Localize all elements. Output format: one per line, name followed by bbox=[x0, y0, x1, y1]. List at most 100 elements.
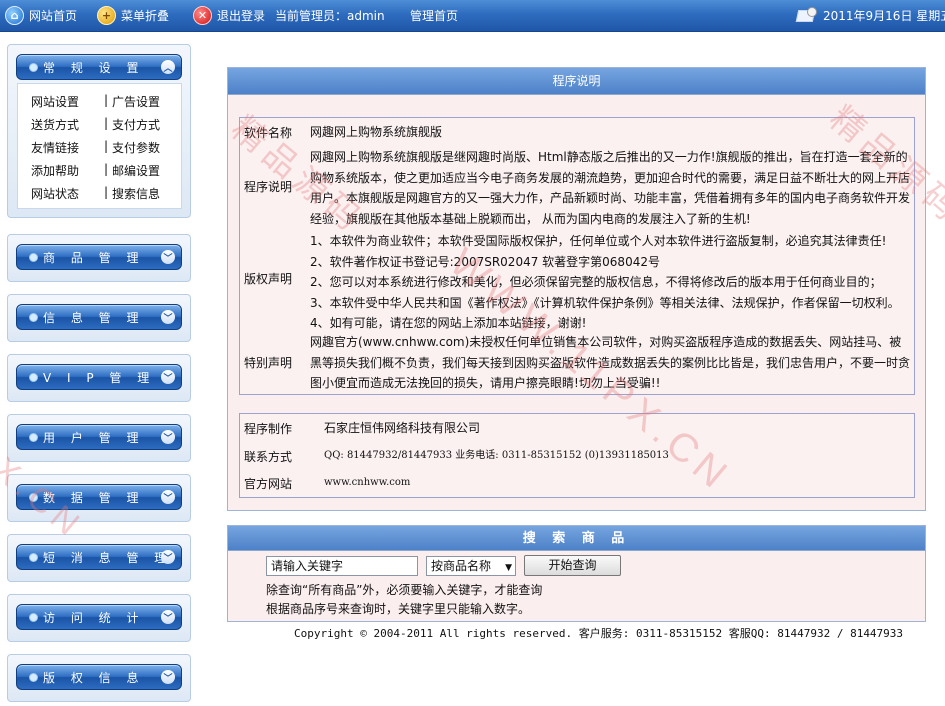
search-input[interactable]: 请输入关键字 bbox=[266, 556, 418, 576]
submenu-item-ad-settings[interactable]: 广告设置 bbox=[112, 93, 160, 110]
submenu-item-site-status[interactable]: 网站状态 bbox=[31, 185, 79, 202]
copyright-label: 版权声明 bbox=[244, 272, 293, 286]
submenu-item-links[interactable]: 友情链接 bbox=[31, 139, 79, 156]
copyright-line: 4、如有可能，请在您的网站上添加本站链接，谢谢! bbox=[310, 316, 587, 330]
home-link[interactable]: ⌂ 网站首页 bbox=[5, 0, 77, 31]
menu-header-vip[interactable]: V I P 管 理 ﹀ bbox=[16, 364, 182, 390]
bullet-icon bbox=[29, 672, 38, 682]
bullet-icon bbox=[29, 62, 38, 72]
search-title-text: 搜 索 商 品 bbox=[522, 531, 631, 546]
menu-title: V I P 管 理 bbox=[43, 370, 156, 385]
submenu-item-search-info[interactable]: 搜索信息 bbox=[112, 185, 160, 202]
logout-label: 退出登录 bbox=[217, 9, 266, 23]
menu-header-users[interactable]: 用 户 管 理 ﹀ bbox=[16, 424, 182, 450]
contact-label: 联系方式 bbox=[244, 450, 293, 464]
bullet-icon bbox=[29, 372, 38, 382]
chevron-down-icon[interactable]: ﹀ bbox=[161, 250, 175, 264]
menu-messages: 短 消 息 管 理 ﹀ bbox=[7, 534, 191, 582]
submenu-item-payment[interactable]: 支付方式 bbox=[112, 116, 160, 133]
submenu-item-payment-params[interactable]: 支付参数 bbox=[112, 139, 160, 156]
fold-label: 菜单折叠 bbox=[121, 9, 170, 23]
menu-title: 访 问 统 计 bbox=[43, 610, 145, 625]
site-link[interactable]: www.cnhww.com bbox=[324, 475, 924, 491]
chevron-down-icon[interactable]: ﹀ bbox=[161, 310, 175, 324]
menu-header-stats[interactable]: 访 问 统 计 ﹀ bbox=[16, 604, 182, 630]
current-admin: 当前管理员：admin bbox=[275, 9, 385, 23]
menu-header-info[interactable]: 信 息 管 理 ﹀ bbox=[16, 304, 182, 330]
separator: | bbox=[104, 93, 109, 107]
menu-users: 用 户 管 理 ﹀ bbox=[7, 414, 191, 462]
menu-general-settings: 常 规 设 置 ︿ 网站设置 | 广告设置 送货方式 | 支付方式 友情链接 |… bbox=[7, 44, 191, 218]
search-button[interactable]: 开始查询 bbox=[524, 555, 621, 576]
submenu-general: 网站设置 | 广告设置 送货方式 | 支付方式 友情链接 | 支付参数 添加帮助… bbox=[17, 83, 182, 209]
menu-title: 短 消 息 管 理 bbox=[43, 550, 173, 565]
menu-title: 信 息 管 理 bbox=[43, 310, 145, 325]
logout-link[interactable]: ✕ 退出登录 bbox=[193, 0, 265, 31]
bullet-icon bbox=[29, 552, 38, 562]
search-title: 搜 索 商 品 bbox=[228, 526, 925, 551]
chevron-down-icon[interactable]: ﹀ bbox=[161, 490, 175, 504]
copyright-line: 1、本软件为商业软件；本软件受国际版权保护，任何单位或个人对本软件进行盗版复制，… bbox=[310, 234, 887, 248]
menu-title: 商 品 管 理 bbox=[43, 250, 145, 265]
special-notice-value: 网趣官方(www.cnhww.com)未授权任何单位销售本公司软件，对购买盗版程… bbox=[310, 335, 911, 390]
copyright-line: 2、软件著作权证书登记号:2007SR02047 软著登字第068042号 bbox=[310, 254, 660, 269]
menu-vip: V I P 管 理 ﹀ bbox=[7, 354, 191, 402]
submenu-item-postcode[interactable]: 邮编设置 bbox=[112, 162, 160, 179]
submenu-row: 网站状态 | 搜索信息 bbox=[18, 185, 183, 207]
close-icon: ✕ bbox=[193, 6, 212, 25]
copyright-list: 1、本软件为商业软件；本软件受国际版权保护，任何单位或个人对本软件进行盗版复制，… bbox=[310, 231, 910, 334]
menu-header-products[interactable]: 商 品 管 理 ﹀ bbox=[16, 244, 182, 270]
home-label: 网站首页 bbox=[29, 9, 78, 23]
bullet-icon bbox=[29, 312, 38, 322]
menu-header-data[interactable]: 数 据 管 理 ﹀ bbox=[16, 484, 182, 510]
menu-header-general[interactable]: 常 规 设 置 ︿ bbox=[16, 54, 182, 80]
separator: | bbox=[104, 116, 109, 130]
submenu-item-site-settings[interactable]: 网站设置 bbox=[31, 93, 79, 110]
menu-stats: 访 问 统 计 ﹀ bbox=[7, 594, 191, 642]
date-text: 2011年9月16日 星期五 bbox=[823, 9, 945, 23]
bullet-icon bbox=[29, 612, 38, 622]
menu-header-messages[interactable]: 短 消 息 管 理 ﹀ bbox=[16, 544, 182, 570]
submenu-row: 添加帮助 | 邮编设置 bbox=[18, 162, 183, 184]
maker-label: 程序制作 bbox=[244, 422, 293, 436]
submenu-row: 网站设置 | 广告设置 bbox=[18, 93, 183, 115]
chevron-down-icon[interactable]: ﹀ bbox=[161, 550, 175, 564]
menu-products: 商 品 管 理 ﹀ bbox=[7, 234, 191, 282]
menu-copyright: 版 权 信 息 ﹀ bbox=[7, 654, 191, 702]
chevron-down-icon[interactable]: ﹀ bbox=[161, 670, 175, 684]
home-icon: ⌂ bbox=[5, 6, 24, 25]
top-bar: ⌂ 网站首页 + 菜单折叠 ✕ 退出登录 当前管理员：admin 管理首页 20… bbox=[0, 0, 945, 32]
chevron-down-icon[interactable]: ﹀ bbox=[161, 370, 175, 384]
search-note-1: 除查询“所有商品”外，必须要输入关键字，才能查询 bbox=[266, 583, 543, 597]
description-value: 网趣网上购物系统旗舰版是继网趣时尚版、Html静态版之后推出的又一力作!旗舰版的… bbox=[310, 150, 911, 226]
submenu-item-add-help[interactable]: 添加帮助 bbox=[31, 162, 79, 179]
program-info-panel: 程序说明 软件名称 网趣网上购物系统旗舰版 程序说明 网趣网上购物系统旗舰版是继… bbox=[224, 67, 945, 511]
copyright-line: 3、本软件受中华人民共和国《著作权法》《计算机软件保护条例》等相关法律、法规保护… bbox=[310, 295, 900, 310]
fold-menu-link[interactable]: + 菜单折叠 bbox=[97, 0, 169, 31]
menu-header-copyright[interactable]: 版 权 信 息 ﹀ bbox=[16, 664, 182, 690]
menu-info: 信 息 管 理 ﹀ bbox=[7, 294, 191, 342]
description-label: 程序说明 bbox=[244, 180, 293, 194]
footer-copyright: Copyright © 2004-2011 All rights reserve… bbox=[294, 627, 904, 640]
copyright-line: 2、您可以对本系统进行修改和美化，但必须保留完整的版权信息，不得将修改后的版本用… bbox=[310, 275, 882, 289]
menu-title: 版 权 信 息 bbox=[43, 670, 145, 685]
contact-value: QQ: 81447932/81447933 业务电话: 0311-8531515… bbox=[324, 450, 669, 461]
date-display: 2011年9月16日 星期五 bbox=[795, 0, 945, 31]
menu-title: 数 据 管 理 bbox=[43, 490, 145, 505]
search-note-2: 根据商品序号来查询时，关键字里只能输入数字。 bbox=[266, 602, 531, 616]
chevron-up-icon[interactable]: ︿ bbox=[161, 60, 175, 74]
chevron-down-icon[interactable]: ﹀ bbox=[161, 610, 175, 624]
fold-icon: + bbox=[97, 6, 116, 25]
chevron-down-icon[interactable]: ﹀ bbox=[161, 430, 175, 444]
search-field-select[interactable]: 按商品名称 ▼ bbox=[426, 556, 516, 576]
panel-title: 程序说明 bbox=[228, 68, 925, 95]
software-name-value: 网趣网上购物系统旗舰版 bbox=[310, 125, 443, 139]
bullet-icon bbox=[29, 432, 38, 442]
menu-title: 用 户 管 理 bbox=[43, 430, 145, 445]
maker-value: 石家庄恒伟网络科技有限公司 bbox=[324, 421, 481, 435]
manage-home-link[interactable]: 管理首页 bbox=[410, 0, 458, 31]
submenu-item-shipping[interactable]: 送货方式 bbox=[31, 116, 79, 133]
separator: | bbox=[104, 162, 109, 176]
submenu-row: 送货方式 | 支付方式 bbox=[18, 116, 183, 138]
submenu-row: 友情链接 | 支付参数 bbox=[18, 139, 183, 161]
